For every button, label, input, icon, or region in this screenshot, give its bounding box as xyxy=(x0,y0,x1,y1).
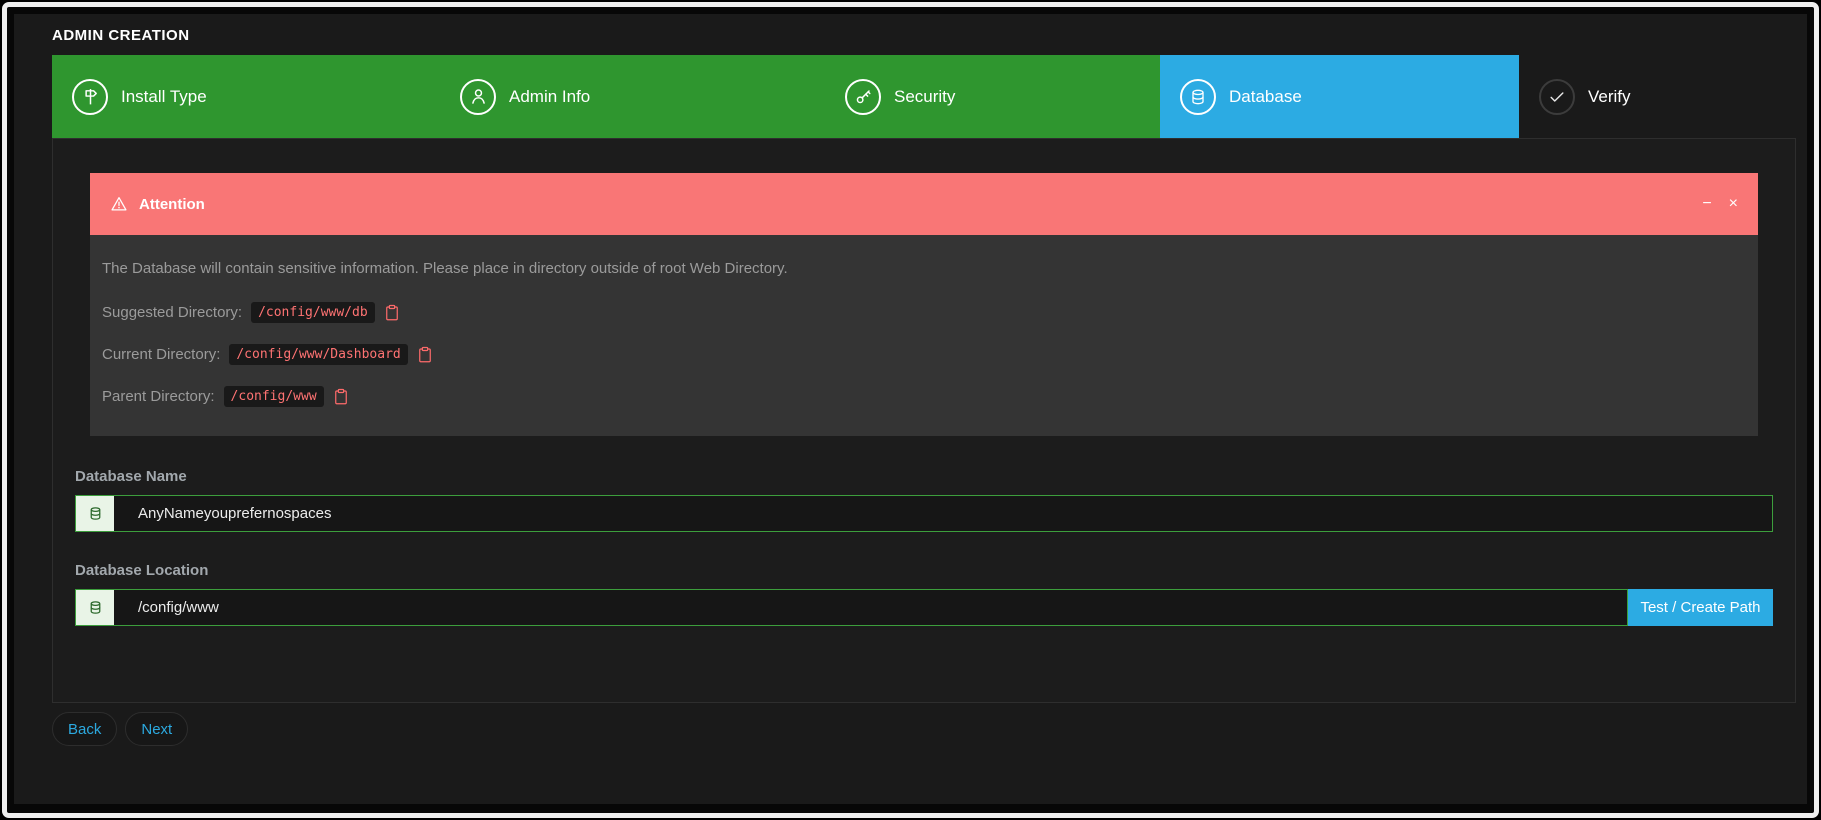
step-verify[interactable]: Verify xyxy=(1519,55,1796,138)
step-database[interactable]: Database xyxy=(1160,55,1519,138)
app-window: ADMIN CREATION Install Type Admin Info S… xyxy=(2,2,1819,818)
test-create-path-button[interactable]: Test / Create Path xyxy=(1628,589,1773,626)
database-name-group xyxy=(75,495,1773,532)
parent-directory-row: Parent Directory: /config/www xyxy=(102,386,1746,407)
directory-label: Current Directory: xyxy=(102,346,220,363)
alert-message: The Database will contain sensitive info… xyxy=(102,260,1746,278)
alert-controls: − × xyxy=(1702,196,1738,212)
database-name-label: Database Name xyxy=(75,468,1773,486)
database-icon xyxy=(76,590,114,625)
close-icon[interactable]: × xyxy=(1729,196,1738,212)
step-label: Install Type xyxy=(121,87,207,107)
next-button[interactable]: Next xyxy=(125,712,188,746)
step-install-type[interactable]: Install Type xyxy=(52,55,440,138)
directory-path: /config/www/db xyxy=(251,302,375,323)
alert-header: Attention − × xyxy=(90,173,1758,235)
directory-path: /config/www/Dashboard xyxy=(229,344,407,365)
database-name-input[interactable] xyxy=(114,496,1772,531)
clipboard-icon[interactable] xyxy=(417,346,433,364)
step-label: Security xyxy=(894,87,955,107)
suggested-directory-row: Suggested Directory: /config/www/db xyxy=(102,302,1746,323)
database-icon xyxy=(1180,79,1216,115)
wizard-footer: Back Next xyxy=(52,712,1796,746)
database-name-row xyxy=(75,495,1773,532)
directory-path: /config/www xyxy=(224,386,324,407)
clipboard-icon[interactable] xyxy=(384,304,400,322)
alert-body: The Database will contain sensitive info… xyxy=(90,235,1758,436)
step-label: Admin Info xyxy=(509,87,590,107)
current-directory-row: Current Directory: /config/www/Dashboard xyxy=(102,344,1746,365)
database-location-row: Test / Create Path xyxy=(75,589,1773,626)
check-icon xyxy=(1539,79,1575,115)
database-location-label: Database Location xyxy=(75,562,1773,580)
minimize-icon[interactable]: − xyxy=(1702,196,1711,212)
directory-label: Parent Directory: xyxy=(102,388,215,405)
alert-title: Attention xyxy=(139,196,205,213)
warning-triangle-icon xyxy=(110,195,128,213)
database-step-panel: Attention − × The Database will contain … xyxy=(52,138,1796,703)
database-icon xyxy=(76,496,114,531)
step-security[interactable]: Security xyxy=(825,55,1160,138)
directory-label: Suggested Directory: xyxy=(102,304,242,321)
user-icon xyxy=(460,79,496,115)
page-title: ADMIN CREATION xyxy=(52,27,1796,45)
key-icon xyxy=(845,79,881,115)
database-location-input[interactable] xyxy=(114,590,1627,625)
step-admin-info[interactable]: Admin Info xyxy=(440,55,825,138)
clipboard-icon[interactable] xyxy=(333,388,349,406)
attention-alert: Attention − × The Database will contain … xyxy=(90,173,1758,436)
signpost-icon xyxy=(72,79,108,115)
wizard-steps-bar: Install Type Admin Info Security Databas… xyxy=(52,55,1796,138)
step-label: Verify xyxy=(1588,87,1631,107)
database-location-group xyxy=(75,589,1628,626)
admin-creation-wizard: ADMIN CREATION Install Type Admin Info S… xyxy=(14,14,1807,804)
step-label: Database xyxy=(1229,87,1302,107)
back-button[interactable]: Back xyxy=(52,712,117,746)
